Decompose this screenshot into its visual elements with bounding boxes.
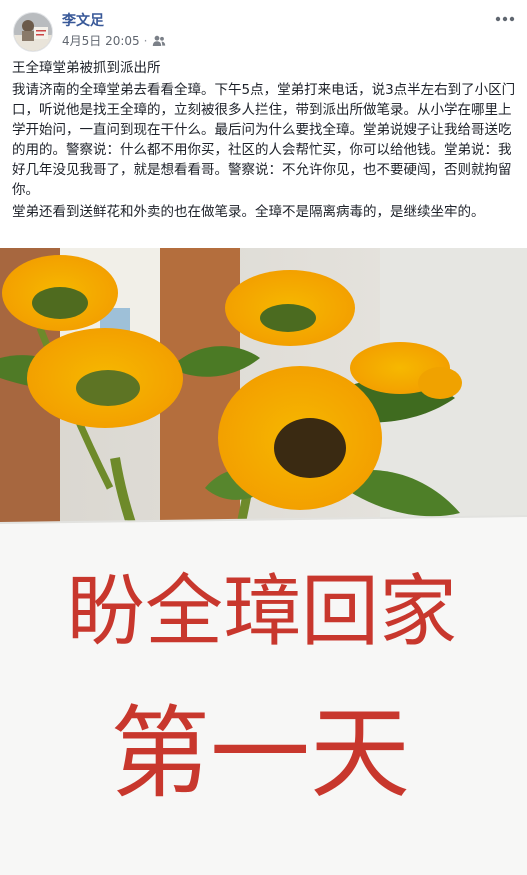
more-options-button[interactable] [493,12,517,26]
post-paragraph: 堂弟还看到送鲜花和外卖的也在做笔录。全璋不是隔离病毒的，是继续坐牢的。 [12,204,485,220]
sunflower [225,270,355,346]
more-horizontal-icon [495,16,515,22]
post-message: 王全璋堂弟被抓到派出所 我请济南的全璋堂弟去看看全璋。下午5点，堂弟打来电话，说… [12,58,516,224]
author-name[interactable]: 李文足 [62,12,104,30]
avatar[interactable] [13,12,53,52]
post-paragraph: 我请济南的全璋堂弟去看看全璋。下午5点，堂弟打来电话，说3点半左右到了小区门口，… [12,82,516,198]
sunflower [2,255,118,331]
avatar-image [14,13,52,51]
meta-separator: · [143,34,148,48]
sign-line-1: 盼全璋回家 [67,567,457,657]
post-timestamp[interactable]: 4月5日 20:05 [62,33,140,49]
post-paragraph: 王全璋堂弟被抓到派出所 [12,60,161,76]
sunflower [218,366,382,510]
post-meta: 4月5日 20:05 · [62,33,166,49]
post-photo[interactable]: 盼全璋回家 第一天 [0,248,527,875]
sign-line-2: 第一天 [110,695,410,812]
friends-icon[interactable] [152,35,166,47]
sunflower [27,328,183,428]
facebook-post: 李文足 4月5日 20:05 · 王全璋堂弟被抓到派出所 我请济南的全璋堂弟去看… [0,0,527,875]
handwritten-sign: 盼全璋回家 第一天 [0,515,527,875]
